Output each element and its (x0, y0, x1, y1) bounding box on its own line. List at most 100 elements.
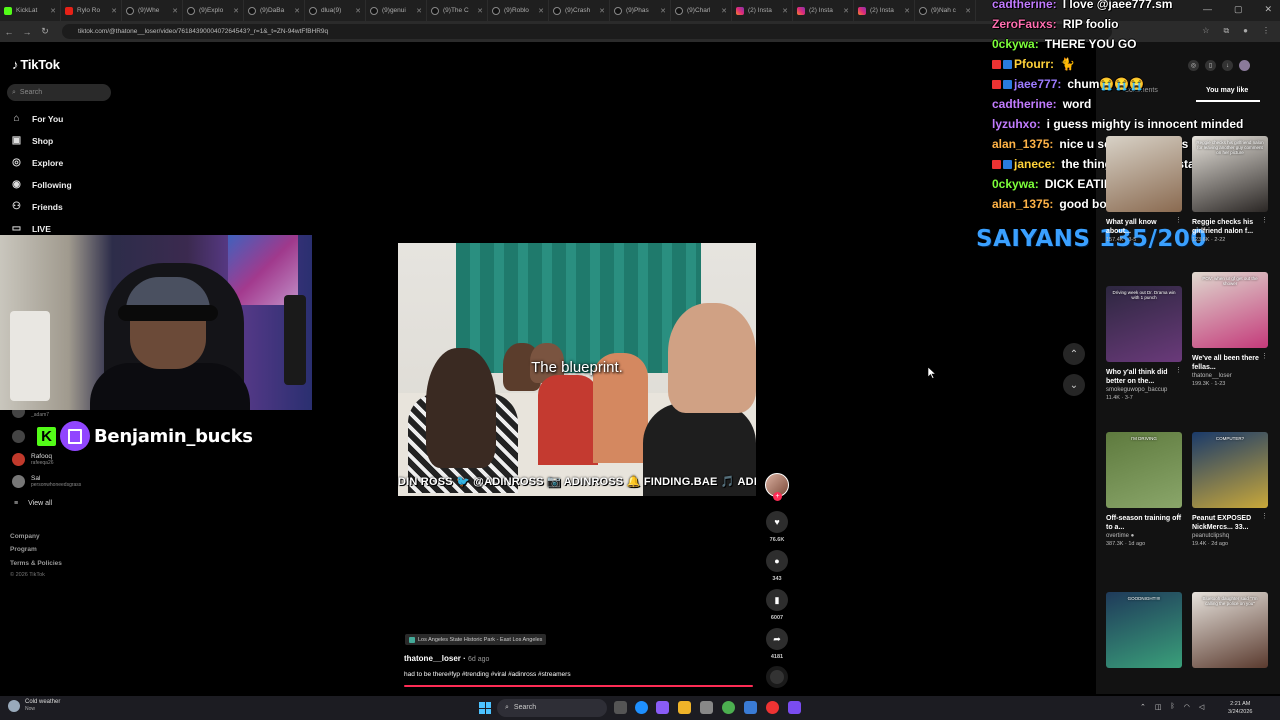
close-tab-icon[interactable]: ✕ (538, 7, 544, 15)
close-tab-icon[interactable]: ✕ (843, 7, 849, 15)
tab-you-may-like[interactable]: You may like (1206, 87, 1248, 94)
music-disc-icon[interactable] (766, 666, 788, 688)
video-thumbnail[interactable]: COMPUTER? (1192, 432, 1268, 508)
share-icon[interactable]: ➦ (766, 628, 788, 650)
location-tag[interactable]: Los Angeles State Historic Park - East L… (405, 634, 547, 645)
nav-following[interactable]: ◉ Following (10, 178, 72, 191)
nav-shop[interactable]: ▣ Shop (10, 134, 53, 147)
copilot-icon[interactable] (656, 701, 669, 714)
bluetooth-icon[interactable]: ᛒ (1171, 703, 1175, 711)
recommended-video-card[interactable]: What yall know about... 157.4K · 3-5 ⋮ (1106, 136, 1182, 244)
card-author[interactable]: thatone__loser (1192, 372, 1268, 380)
card-title[interactable]: Reggie checks his girlfriend nalon f... (1192, 218, 1268, 236)
settings-icon[interactable] (700, 701, 713, 714)
card-author[interactable]: overtime ● (1106, 532, 1182, 540)
close-tab-icon[interactable]: ✕ (965, 7, 971, 15)
share-button[interactable]: ➦ 4181 (765, 628, 789, 660)
browser-tab[interactable]: (9)DaBa ✕ (244, 0, 305, 21)
previous-video-button[interactable]: ⌃ (1063, 343, 1085, 365)
card-title[interactable]: Off-season training off to a... (1106, 514, 1182, 532)
browser-tab[interactable]: (2) Insta ✕ (793, 0, 854, 21)
wifi-icon[interactable]: ◠ (1184, 703, 1190, 711)
card-title[interactable]: What yall know about... (1106, 218, 1182, 236)
close-tab-icon[interactable]: ✕ (233, 7, 239, 15)
card-author[interactable]: peanutclipshq (1192, 532, 1268, 540)
browser-tab[interactable]: dlua(9) ✕ (305, 0, 366, 21)
network-icon[interactable]: ◫ (1155, 703, 1162, 711)
recommended-video-card[interactable]: Bluetooh daughter said "I'm calling the … (1192, 592, 1268, 668)
chevron-up-icon[interactable]: ⌃ (1140, 703, 1146, 711)
phone-icon[interactable]: ▯ (1205, 60, 1216, 71)
extensions-icon[interactable]: ⧉ (1223, 26, 1229, 36)
browser-tab[interactable]: (9)Nah c ✕ (915, 0, 976, 21)
nav-for-you[interactable]: ⌂ For You (10, 112, 63, 125)
video-thumbnail[interactable]: POV: when ur gf get out the shower (1192, 272, 1268, 348)
star-icon[interactable]: ☆ (1202, 26, 1209, 36)
app-icon[interactable] (744, 701, 757, 714)
user-avatar[interactable] (1239, 60, 1250, 71)
view-all-link[interactable]: ≡ View all (14, 500, 52, 507)
video-author[interactable]: thatone__loser · 6d ago (404, 654, 489, 663)
like-button[interactable]: ♥ 76.6K (765, 511, 789, 543)
nav-friends[interactable]: ⚇ Friends (10, 200, 63, 213)
card-author[interactable]: smokeguwopo_baccup (1106, 386, 1182, 394)
follow-plus-icon[interactable]: + (773, 492, 782, 501)
browser-tab[interactable]: Rylo Ro ✕ (61, 0, 122, 21)
video-thumbnail[interactable]: I'M DRIVING (1106, 432, 1182, 508)
comment-icon[interactable]: ● (766, 550, 788, 572)
close-tab-icon[interactable]: ✕ (111, 7, 117, 15)
video-thumbnail[interactable]: Bluetooh daughter said "I'm calling the … (1192, 592, 1268, 668)
file-explorer-icon[interactable] (678, 701, 691, 714)
download-icon[interactable]: ↓ (1222, 60, 1233, 71)
browser-tab[interactable]: (9)genui ✕ (366, 0, 427, 21)
tiktok-search-input[interactable]: ⌕ Search (7, 84, 111, 101)
chrome-icon[interactable] (722, 701, 735, 714)
app-icon[interactable] (788, 701, 801, 714)
browser-tab[interactable]: (9)Explo ✕ (183, 0, 244, 21)
browser-tab[interactable]: (9)Roblo ✕ (488, 0, 549, 21)
close-tab-icon[interactable]: ✕ (172, 7, 178, 15)
back-icon[interactable]: ← (0, 27, 18, 37)
following-account[interactable]: Rafooq rafeeqa26 (12, 453, 54, 466)
close-tab-icon[interactable]: ✕ (50, 7, 56, 15)
video-progress-bar[interactable] (404, 685, 753, 687)
creator-avatar[interactable]: + (765, 473, 789, 501)
task-view-icon[interactable] (614, 701, 627, 714)
app-icon[interactable] (766, 701, 779, 714)
browser-tab[interactable]: (9)Whe ✕ (122, 0, 183, 21)
recommended-video-card[interactable]: Driving week out Dr. Drama win with 1 pu… (1106, 286, 1182, 402)
windows-start-icon[interactable] (479, 702, 491, 714)
maximize-icon[interactable]: ▢ (1234, 4, 1243, 15)
close-tab-icon[interactable]: ✕ (599, 7, 605, 15)
url-field[interactable]: tiktok.com/@thatone__loser/video/7618439… (62, 24, 1112, 39)
video-thumbnail[interactable] (1106, 136, 1182, 212)
browser-tab[interactable]: (9)Phas ✕ (610, 0, 671, 21)
bookmark-icon[interactable]: ▮ (766, 589, 788, 611)
forward-icon[interactable]: → (18, 27, 36, 37)
close-tab-icon[interactable]: ✕ (294, 7, 300, 15)
more-options-icon[interactable]: ⋮ (1175, 216, 1182, 224)
card-title[interactable]: We've all been there fellas... (1192, 354, 1268, 372)
heart-icon[interactable]: ♥ (766, 511, 788, 533)
browser-tab[interactable]: (2) Insta ✕ (854, 0, 915, 21)
browser-tab[interactable]: (9)Charl ✕ (671, 0, 732, 21)
recommended-video-card[interactable]: GOODNIGHT!!!! (1106, 592, 1182, 668)
recommended-video-card[interactable]: COMPUTER? Peanut EXPOSED NickMercs... 33.… (1192, 432, 1268, 548)
recommended-video-card[interactable]: POV: when ur gf get out the shower We've … (1192, 272, 1268, 388)
video-thumbnail[interactable]: Reggie checks his girlfriend nalon for l… (1192, 136, 1268, 212)
more-options-icon[interactable]: ⋮ (1175, 512, 1182, 520)
card-title[interactable]: Who y'all think did better on the... (1106, 368, 1182, 386)
close-tab-icon[interactable]: ✕ (416, 7, 422, 15)
close-tab-icon[interactable]: ✕ (904, 7, 910, 15)
browser-tab[interactable]: (2) Insta ✕ (732, 0, 793, 21)
footer-program-link[interactable]: Program (10, 546, 37, 553)
save-button[interactable]: ▮ 6007 (765, 589, 789, 621)
video-player[interactable]: The blueprint. DIN ROSS 🐦 @ADINROSS 📷 AD… (398, 243, 756, 496)
video-thumbnail[interactable]: Driving week out Dr. Drama win with 1 pu… (1106, 286, 1182, 362)
following-account[interactable]: Sal personwhoneedsgrass (12, 475, 81, 488)
more-options-icon[interactable]: ⋮ (1261, 352, 1268, 360)
close-tab-icon[interactable]: ✕ (660, 7, 666, 15)
nav-live[interactable]: ▭ LIVE (10, 222, 51, 235)
menu-icon[interactable]: ⋮ (1262, 26, 1270, 36)
more-options-icon[interactable]: ⋮ (1175, 366, 1182, 374)
